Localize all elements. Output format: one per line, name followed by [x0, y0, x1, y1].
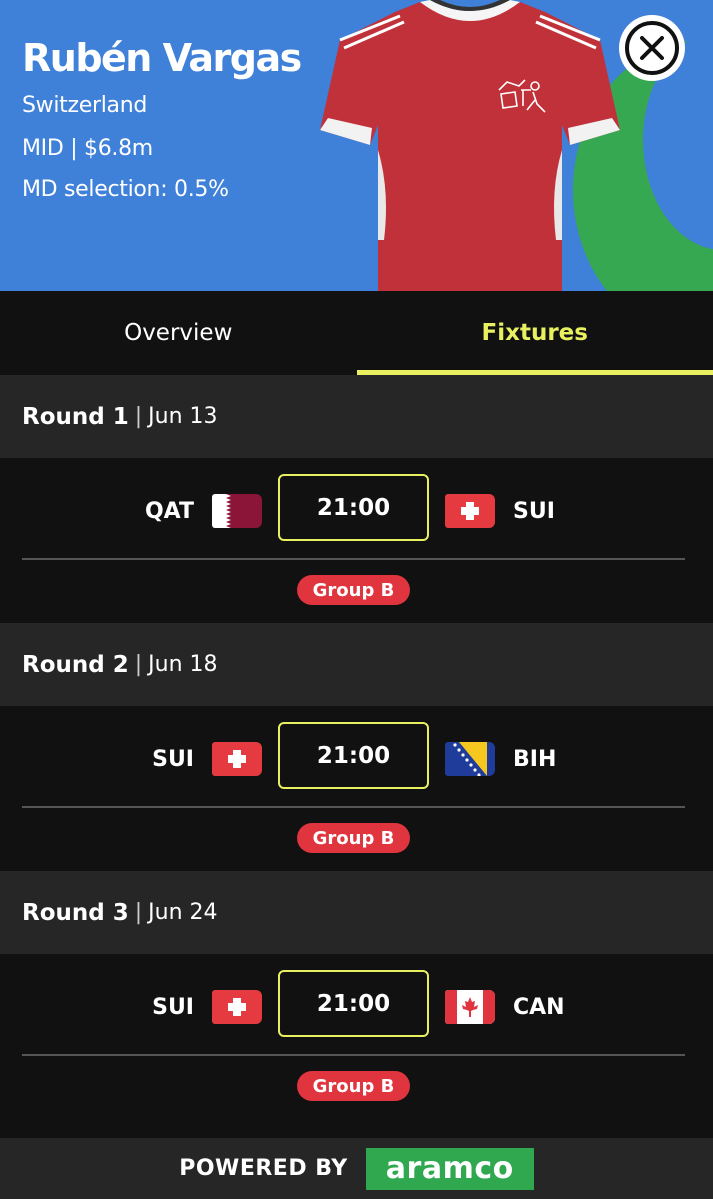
round-date: Jun 13 — [148, 404, 218, 429]
bosnia-flag-icon — [445, 742, 495, 776]
fixture-card[interactable]: SUI 21:00 BIH Group B — [0, 706, 713, 871]
player-selection: MD selection: 0.5% — [22, 177, 229, 202]
group-badge: Group B — [297, 823, 410, 853]
round-date: Jun 24 — [148, 900, 218, 925]
team-code: SUI — [513, 498, 555, 524]
powered-by-label: POWERED BY — [179, 1156, 348, 1181]
round-header: Round 2 | Jun 18 — [0, 623, 713, 706]
divider — [22, 558, 685, 560]
fixture-card[interactable]: SUI 21:00 CAN Group B — [0, 954, 713, 1119]
group-badge: Group B — [297, 575, 410, 605]
round-separator: | — [134, 900, 143, 925]
round-separator: | — [134, 652, 143, 677]
round-name: Round 3 — [22, 899, 129, 926]
divider — [22, 1054, 685, 1056]
away-team: CAN — [445, 987, 565, 1027]
round-header: Round 1 | Jun 13 — [0, 375, 713, 458]
team-code: SUI — [152, 994, 194, 1020]
sponsor-footer: POWERED BY aramco — [0, 1138, 713, 1199]
jersey-image — [320, 0, 620, 291]
round-name: Round 2 — [22, 651, 129, 678]
round-separator: | — [134, 404, 143, 429]
team-code: CAN — [513, 994, 565, 1020]
away-team: BIH — [445, 739, 556, 779]
home-team: SUI — [152, 739, 262, 779]
divider — [22, 806, 685, 808]
away-team: SUI — [445, 491, 555, 531]
home-team: QAT — [145, 491, 262, 531]
qatar-flag-icon — [212, 494, 262, 528]
home-team: SUI — [152, 987, 262, 1027]
fixture-card[interactable]: QAT 21:00 SUI Group B — [0, 458, 713, 623]
player-name: Rubén Vargas — [22, 36, 302, 80]
player-country: Switzerland — [22, 93, 148, 118]
round-name: Round 1 — [22, 403, 129, 430]
switzerland-flag-icon — [212, 742, 262, 776]
round-date: Jun 18 — [148, 652, 218, 677]
tab-overview[interactable]: Overview — [0, 291, 357, 375]
switzerland-flag-icon — [212, 990, 262, 1024]
kickoff-time: 21:00 — [278, 722, 429, 789]
player-header: Rubén Vargas Switzerland MID | $6.8m MD … — [0, 0, 713, 291]
group-badge: Group B — [297, 1071, 410, 1101]
canada-flag-icon — [445, 990, 495, 1024]
team-code: BIH — [513, 746, 557, 772]
round-header: Round 3 | Jun 24 — [0, 871, 713, 954]
kickoff-time: 21:00 — [278, 970, 429, 1037]
player-position-price: MID | $6.8m — [22, 136, 153, 161]
kickoff-time: 21:00 — [278, 474, 429, 541]
tab-fixtures[interactable]: Fixtures — [356, 291, 713, 375]
switzerland-flag-icon — [445, 494, 495, 528]
close-icon — [625, 21, 679, 75]
team-code: QAT — [144, 498, 194, 524]
close-button[interactable] — [619, 15, 685, 81]
tab-bar: Overview Fixtures — [0, 291, 713, 375]
team-code: SUI — [152, 746, 194, 772]
sponsor-logo: aramco — [365, 1147, 534, 1190]
